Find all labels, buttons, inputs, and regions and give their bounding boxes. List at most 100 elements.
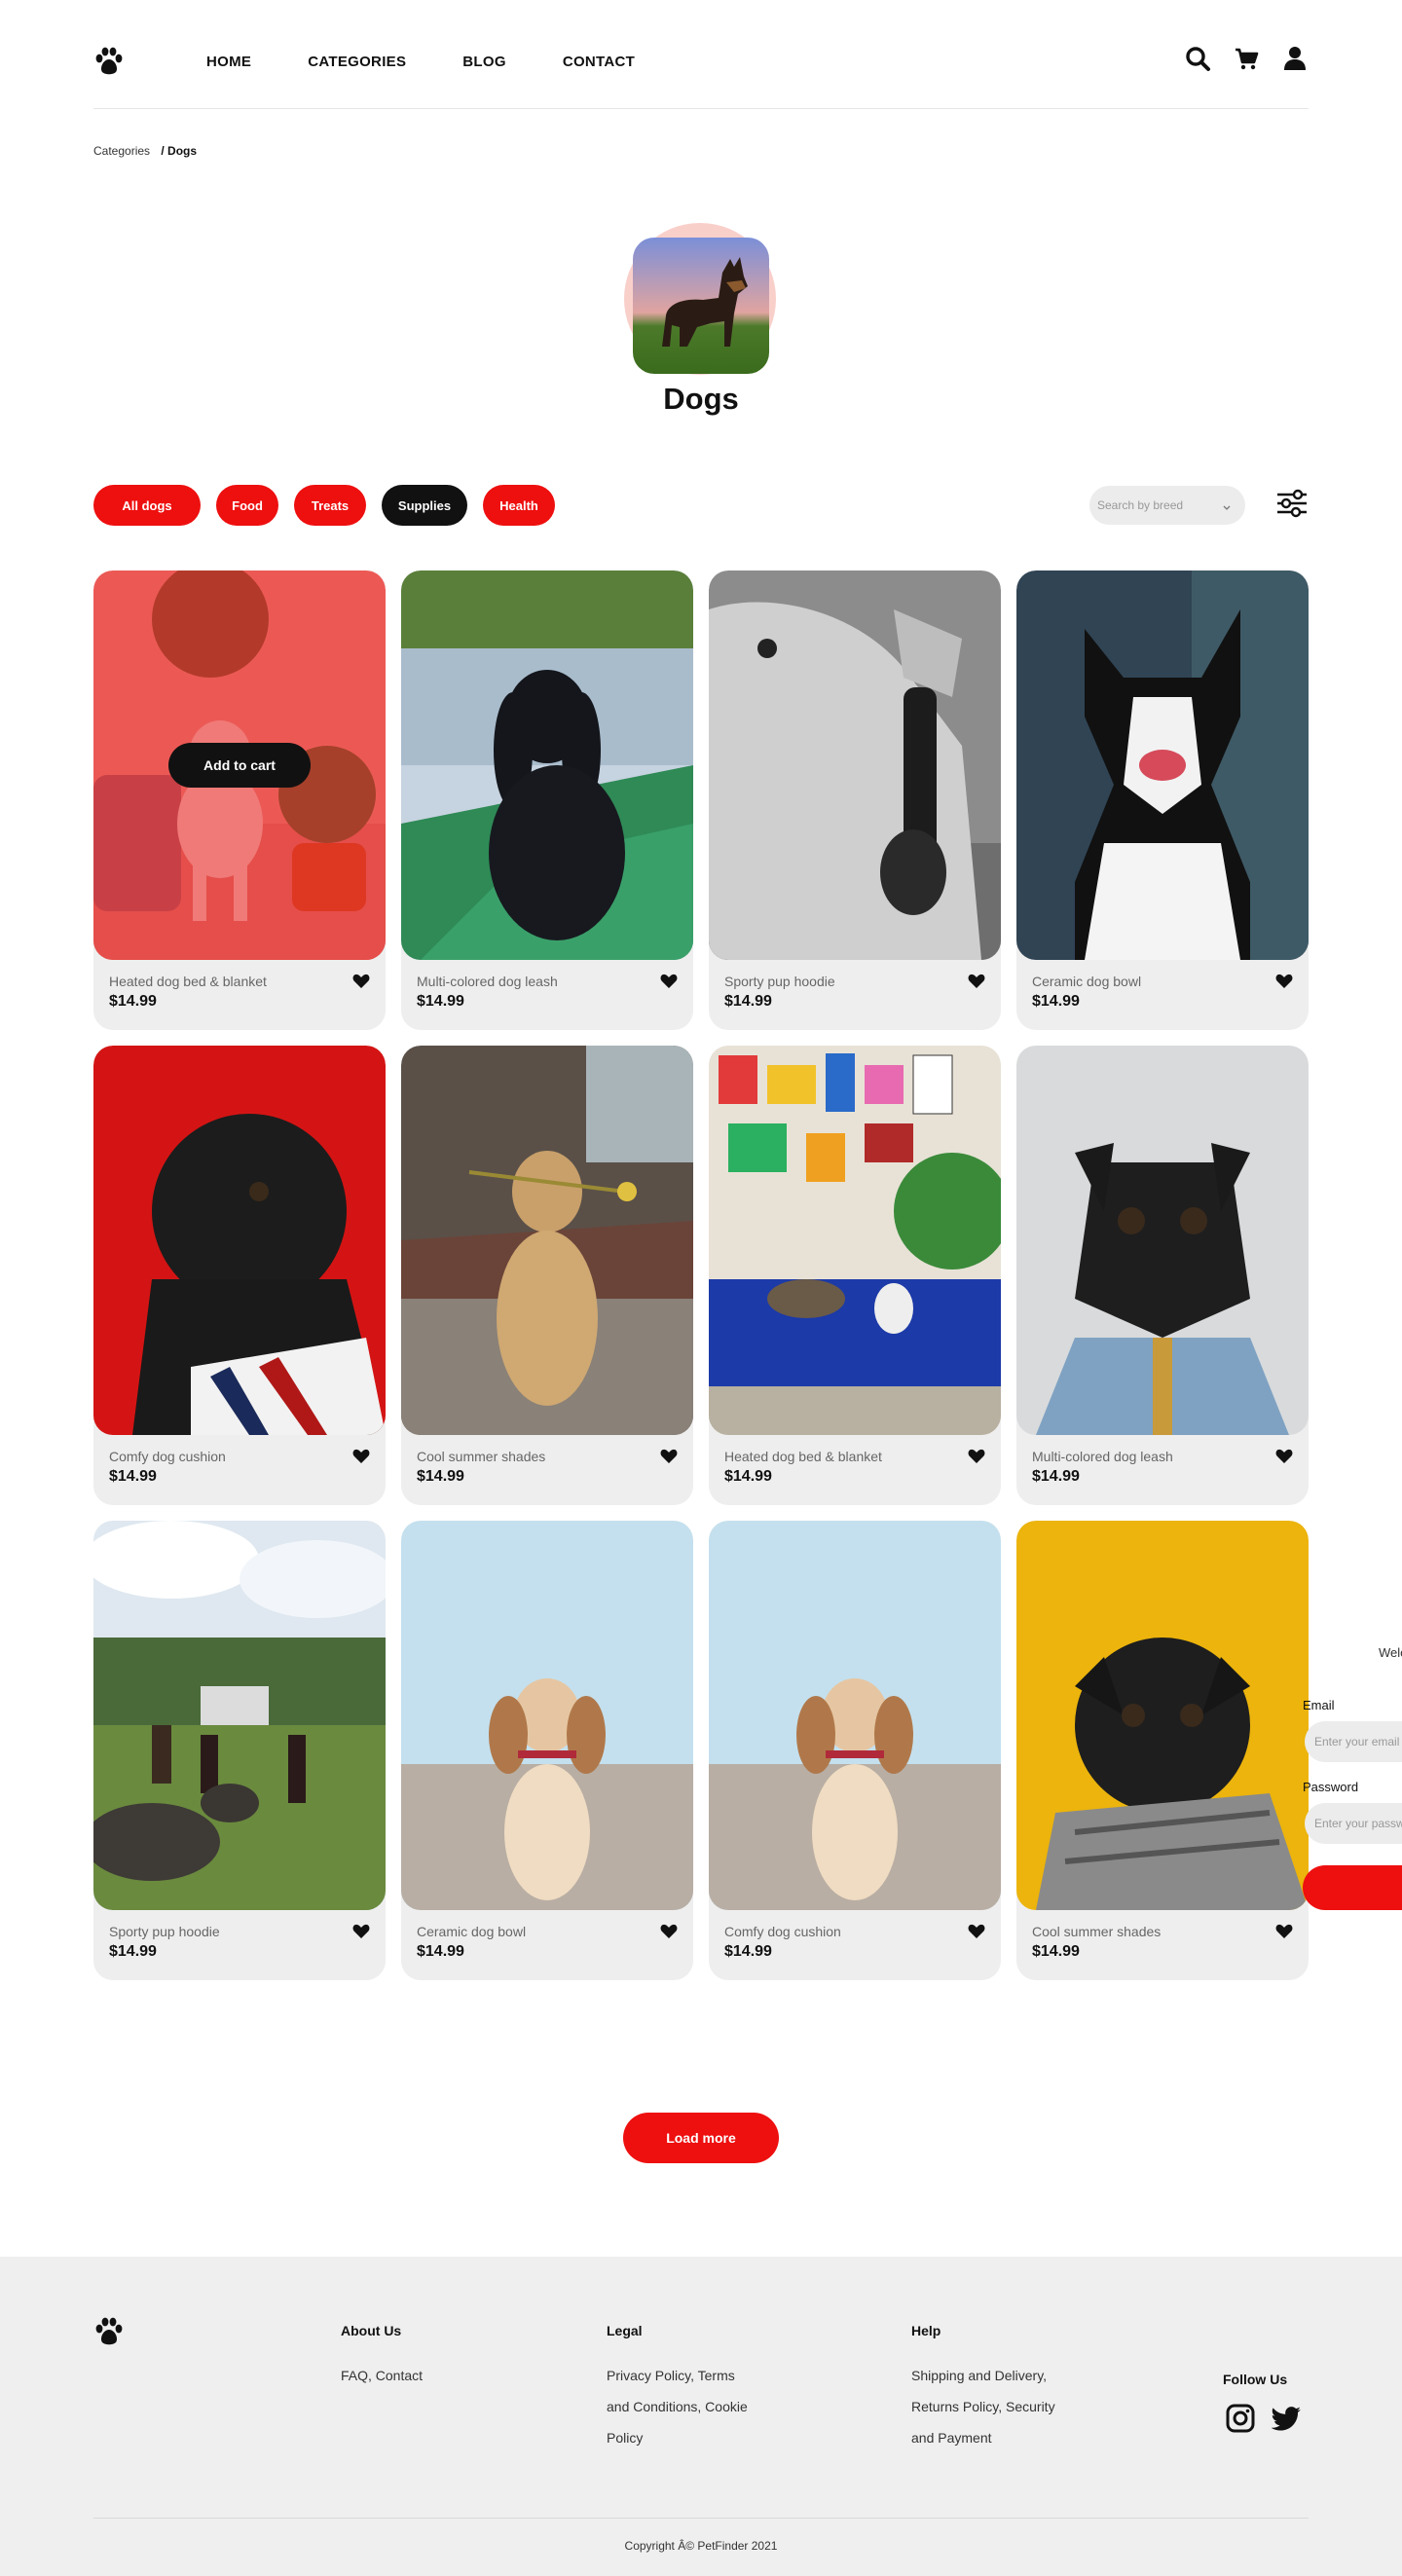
product-card[interactable]: Cool summer shades $14.99	[1016, 1521, 1309, 1980]
product-card[interactable]: Cool summer shades $14.99	[401, 1046, 693, 1505]
breed-search-input[interactable]	[1097, 498, 1214, 512]
product-card[interactable]: Add to cart Heated dog bed & blanket $14…	[93, 570, 386, 1030]
breadcrumb: Categories / Dogs	[93, 144, 197, 158]
product-name: Heated dog bed & blanket	[724, 1449, 882, 1464]
filter-sliders-icon[interactable]	[1275, 489, 1309, 518]
footer-legal-line[interactable]: and Conditions, Cookie	[607, 2399, 748, 2414]
chip-all-dogs[interactable]: All dogs	[93, 485, 201, 526]
product-card[interactable]: Sporty pup hoodie $14.99	[709, 570, 1001, 1030]
heart-icon[interactable]	[352, 974, 370, 989]
search-icon[interactable]	[1184, 45, 1211, 72]
product-name: Comfy dog cushion	[724, 1924, 841, 1939]
heart-icon[interactable]	[968, 1449, 985, 1464]
heart-icon[interactable]	[968, 974, 985, 989]
heart-icon[interactable]	[660, 1449, 678, 1464]
chip-treats[interactable]: Treats	[294, 485, 366, 526]
product-name: Cool summer shades	[417, 1449, 546, 1464]
category-image	[633, 238, 769, 374]
product-card[interactable]: Multi-colored dog leash $14.99	[401, 570, 693, 1030]
nav-contact[interactable]: CONTACT	[563, 54, 635, 70]
product-image: Add to cart	[93, 570, 386, 960]
heart-icon[interactable]	[352, 1924, 370, 1939]
footer-legal: Legal Privacy Policy, Terms and Conditio…	[607, 2323, 748, 2453]
cart-icon[interactable]	[1233, 45, 1260, 72]
heart-icon[interactable]	[1275, 1924, 1293, 1939]
product-price: $14.99	[109, 993, 157, 1010]
product-image	[709, 1521, 1001, 1910]
footer-follow-title: Follow Us	[1223, 2372, 1288, 2387]
footer-help-line[interactable]: and Payment	[911, 2430, 992, 2446]
product-name: Cool summer shades	[1032, 1924, 1162, 1939]
twitter-icon[interactable]	[1271, 2403, 1303, 2434]
chevron-down-icon[interactable]	[1222, 499, 1232, 510]
product-name: Comfy dog cushion	[109, 1449, 226, 1464]
nav-blog[interactable]: BLOG	[462, 54, 506, 70]
paw-logo-icon[interactable]	[93, 2317, 125, 2346]
product-name: Multi-colored dog leash	[417, 974, 558, 989]
product-image	[93, 1521, 386, 1910]
product-name: Ceramic dog bowl	[417, 1924, 527, 1939]
heart-icon[interactable]	[660, 974, 678, 989]
heart-icon[interactable]	[660, 1924, 678, 1939]
footer-about: About Us FAQ, Contact	[341, 2323, 423, 2391]
email-field-wrap	[1305, 1721, 1402, 1762]
product-name: Ceramic dog bowl	[1032, 974, 1142, 989]
load-more-button[interactable]: Load more	[623, 2113, 779, 2163]
login-submit-button[interactable]	[1303, 1865, 1402, 1910]
instagram-icon[interactable]	[1225, 2403, 1256, 2434]
password-field[interactable]	[1314, 1817, 1402, 1830]
product-price: $14.99	[724, 1943, 772, 1960]
chip-food[interactable]: Food	[216, 485, 278, 526]
footer-help-line[interactable]: Returns Policy, Security	[911, 2399, 1055, 2414]
product-card[interactable]: Comfy dog cushion $14.99	[93, 1046, 386, 1505]
category-title: Dogs	[663, 382, 739, 416]
product-card[interactable]: Ceramic dog bowl $14.99	[401, 1521, 693, 1980]
product-price: $14.99	[1032, 1943, 1080, 1960]
product-image	[709, 1046, 1001, 1435]
header-actions	[1184, 45, 1309, 72]
heart-icon[interactable]	[1275, 974, 1293, 989]
product-card[interactable]: Sporty pup hoodie $14.99	[93, 1521, 386, 1980]
product-price: $14.99	[417, 1468, 464, 1485]
chip-supplies[interactable]: Supplies	[382, 485, 467, 526]
footer-about-title: About Us	[341, 2323, 402, 2338]
product-card[interactable]: Heated dog bed & blanket $14.99	[709, 1046, 1001, 1505]
footer-help-line[interactable]: Shipping and Delivery,	[911, 2368, 1047, 2383]
product-price: $14.99	[417, 1943, 464, 1960]
product-card[interactable]: Multi-colored dog leash $14.99	[1016, 1046, 1309, 1505]
add-to-cart-button[interactable]: Add to cart	[168, 743, 311, 788]
login-panel: Welc Email Password	[1303, 1645, 1402, 1918]
email-label: Email	[1303, 1698, 1335, 1712]
product-image	[709, 570, 1001, 960]
heart-icon[interactable]	[968, 1924, 985, 1939]
nav-categories[interactable]: CATEGORIES	[308, 54, 406, 70]
product-name: Multi-colored dog leash	[1032, 1449, 1173, 1464]
product-price: $14.99	[1032, 1468, 1080, 1485]
breed-search	[1089, 486, 1245, 525]
site-header: HOME CATEGORIES BLOG CONTACT	[93, 35, 1309, 109]
paw-logo-icon[interactable]	[93, 47, 125, 76]
email-field[interactable]	[1314, 1735, 1402, 1748]
nav-home[interactable]: HOME	[206, 54, 251, 70]
product-image	[93, 1046, 386, 1435]
product-price: $14.99	[109, 1468, 157, 1485]
breadcrumb-parent[interactable]: Categories	[93, 144, 150, 158]
product-image	[1016, 570, 1309, 960]
product-price: $14.99	[724, 993, 772, 1010]
user-icon[interactable]	[1281, 45, 1309, 72]
chip-health[interactable]: Health	[483, 485, 555, 526]
footer-legal-line[interactable]: Policy	[607, 2430, 643, 2446]
heart-icon[interactable]	[1275, 1449, 1293, 1464]
footer-faq-contact-link[interactable]: FAQ, Contact	[341, 2368, 423, 2383]
product-price: $14.99	[417, 993, 464, 1010]
product-card[interactable]: Comfy dog cushion $14.99	[709, 1521, 1001, 1980]
login-welcome: Welc	[1379, 1645, 1402, 1660]
footer-legal-line[interactable]: Privacy Policy, Terms	[607, 2368, 735, 2383]
product-name: Sporty pup hoodie	[109, 1924, 220, 1939]
footer-help: Help Shipping and Delivery, Returns Poli…	[911, 2323, 1055, 2453]
product-card[interactable]: Ceramic dog bowl $14.99	[1016, 570, 1309, 1030]
product-price: $14.99	[724, 1468, 772, 1485]
product-image	[401, 1521, 693, 1910]
product-grid: Add to cart Heated dog bed & blanket $14…	[93, 570, 1309, 1980]
heart-icon[interactable]	[352, 1449, 370, 1464]
